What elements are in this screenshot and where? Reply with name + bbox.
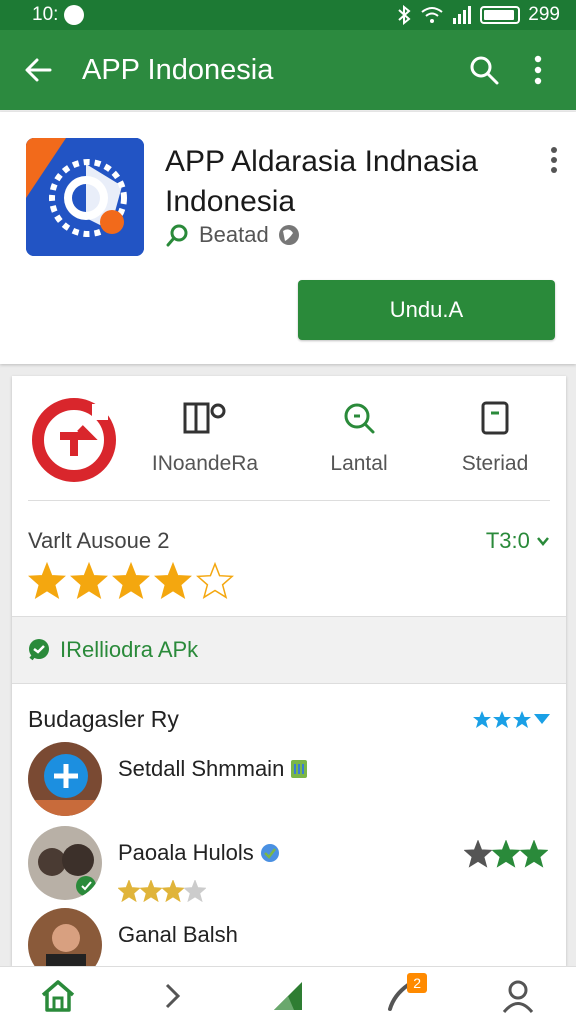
account-icon: [503, 980, 534, 1013]
nav-home[interactable]: [28, 971, 88, 1021]
star-filled-icon: [491, 839, 521, 872]
card-more-button[interactable]: [550, 146, 558, 179]
reviewer-name: Setdall Shmmain: [118, 756, 285, 781]
star-filled-icon: [463, 839, 493, 872]
version-link[interactable]: T3:0: [486, 528, 550, 554]
bluetooth-icon: [398, 5, 411, 25]
divider: [28, 500, 550, 501]
app-bar-title: APP Indonesia: [82, 53, 274, 86]
promo-row[interactable]: IRelliodra APk: [12, 616, 566, 684]
star-empty-icon: [196, 561, 234, 605]
app-bar: APP Indonesia: [0, 30, 576, 110]
battery-icon: [480, 6, 521, 24]
avatar: [28, 742, 102, 816]
stat-category[interactable]: Lantal: [294, 398, 424, 476]
promo-label: IRelliodra APk: [60, 637, 199, 662]
star-filled-icon: [28, 561, 66, 605]
star-rating-icon: [473, 711, 550, 728]
search-icon: [470, 56, 499, 85]
app-title: APP Aldarasia Indnasia Indonesia: [165, 145, 478, 218]
chevron-right-icon: [165, 983, 180, 1008]
verified-leaf-icon: [166, 224, 188, 247]
home-icon: [41, 979, 74, 1012]
developer-name: Beatad: [199, 222, 269, 247]
stat-downloads[interactable]: INoandeRa: [140, 398, 270, 476]
star-filled-icon: [112, 561, 150, 605]
status-bar: 10: 299: [0, 0, 576, 30]
wifi-icon: [421, 7, 443, 23]
review-rating-right: [463, 839, 549, 873]
notification-icon: [64, 5, 85, 25]
star-filled-icon: [161, 878, 185, 906]
star-filled-icon: [139, 878, 163, 906]
search-icon: [344, 403, 375, 434]
version-right-text: T3:0: [485, 528, 530, 553]
nav-apps[interactable]: [258, 971, 318, 1021]
reviews-title: Budagasler Ry: [28, 706, 179, 732]
reviewer-name: Paoala Hulols: [118, 840, 254, 865]
bottom-navigation: 2: [0, 966, 576, 1024]
star-filled-icon: [519, 839, 549, 872]
details-card: INoandeRa Lantal Steriad Varlt Ausoue 2 …: [12, 376, 566, 982]
nav-account[interactable]: [488, 971, 548, 1021]
stat-label: Lantal: [330, 452, 388, 475]
stat-label: Steriad: [461, 452, 529, 475]
reviewer-name: Ganal Balsh: [118, 922, 238, 947]
chevron-down-icon: [537, 537, 549, 546]
back-arrow-icon: [25, 58, 52, 82]
developer-row[interactable]: Beatad: [165, 222, 301, 248]
clock: 10:: [32, 4, 59, 25]
app-header-card: APP Aldarasia Indnasia Indonesia Beatad …: [0, 112, 576, 364]
stat-label: INoandeRa: [151, 452, 259, 475]
overflow-menu-button[interactable]: [518, 50, 558, 90]
stat-similar[interactable]: Steriad: [430, 398, 560, 476]
signal-icon: [453, 6, 472, 24]
review-stars: [117, 878, 207, 907]
review-item[interactable]: Setdall Shmmain: [28, 742, 548, 822]
book-icon: [183, 402, 226, 434]
verified-badge-icon: [291, 760, 308, 778]
version-label: Varlt Ausoue 2: [28, 528, 170, 553]
star-filled-icon: [117, 878, 141, 906]
nav-updates[interactable]: 2: [373, 971, 433, 1021]
avatar: [28, 826, 102, 900]
more-vert-icon: [534, 55, 542, 85]
install-button[interactable]: Undu.A: [298, 280, 555, 340]
star-filled-icon: [154, 561, 192, 605]
globe-icon: [278, 225, 299, 245]
star-empty-icon: [183, 878, 207, 906]
apps-icon: [273, 981, 302, 1010]
star-filled-icon: [70, 561, 108, 605]
document-icon: [481, 401, 509, 435]
rating-stars: [28, 561, 234, 605]
review-item[interactable]: Paoala Hulols: [28, 826, 549, 907]
verified-badge-icon: [260, 844, 279, 862]
reviews-rating-link[interactable]: [472, 710, 552, 735]
chat-bubble-icon: [29, 639, 49, 661]
more-vert-icon: [551, 147, 557, 173]
notification-badge: 2: [407, 972, 428, 993]
app-logo-icon: [26, 138, 144, 256]
battery-text: 299: [528, 4, 560, 25]
nav-forward[interactable]: [143, 971, 203, 1021]
search-button[interactable]: [464, 50, 504, 90]
rating-badge-icon: [30, 396, 120, 486]
back-button[interactable]: [18, 50, 58, 90]
